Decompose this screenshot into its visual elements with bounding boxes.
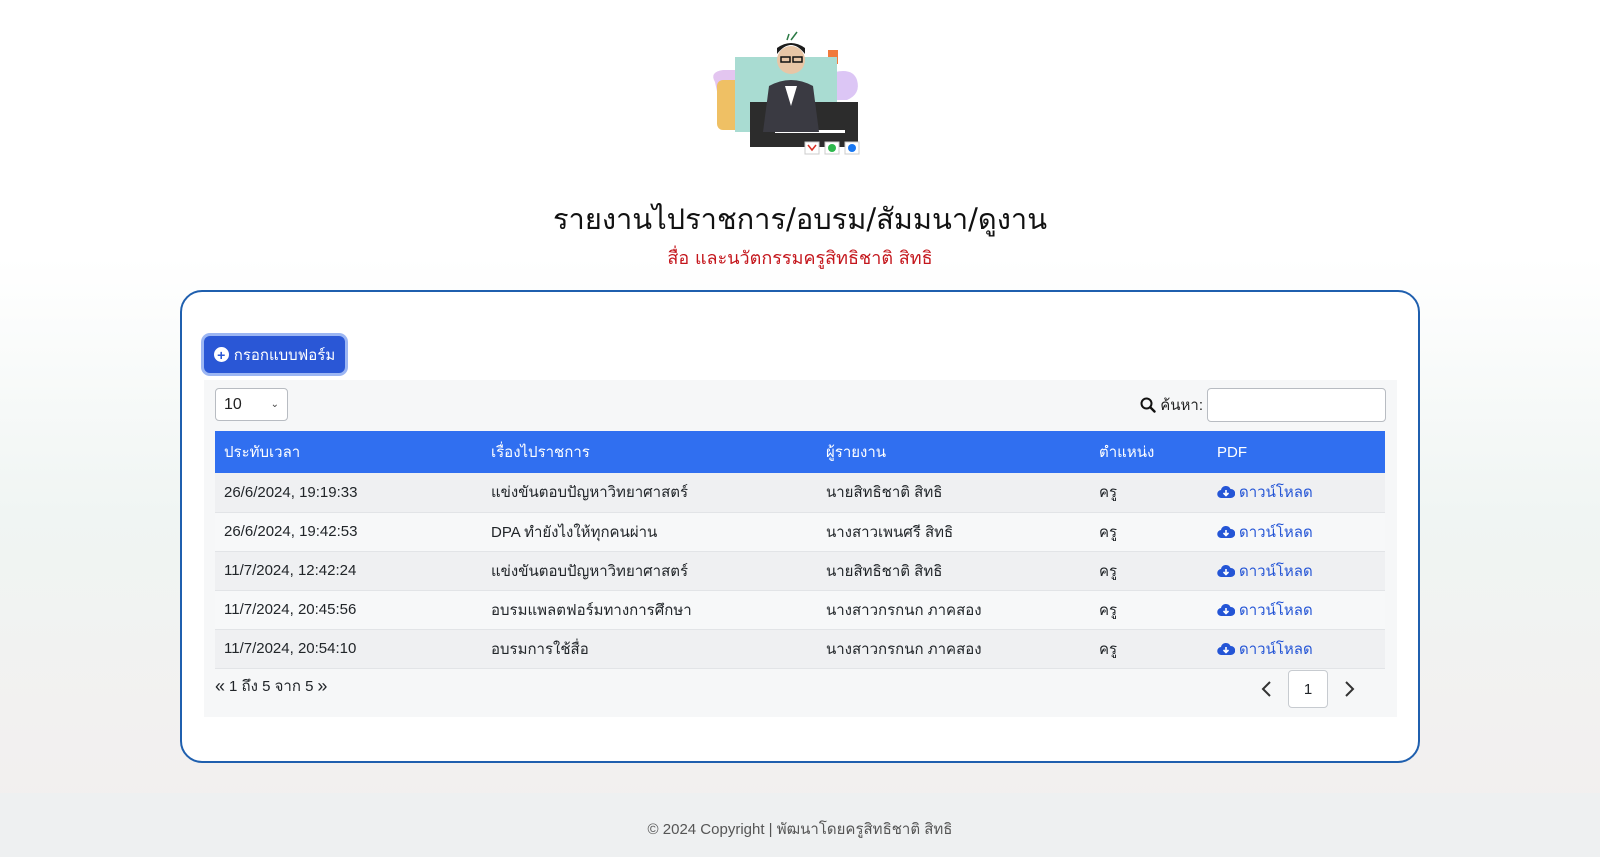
page-length-select[interactable]: 10 ⌄ xyxy=(215,388,288,421)
table-info: « 1 ถึง 5 จาก 5 » xyxy=(215,674,327,698)
cell-reporter: นางสาวกรกนก ภาคสอง xyxy=(817,590,1090,630)
plus-circle-icon: + xyxy=(213,347,229,362)
search-input[interactable] xyxy=(1207,388,1386,422)
double-chevron-right-icon[interactable]: » xyxy=(317,676,327,697)
page-title: รายงานไปราชการ/อบรม/สัมมนา/ดูงาน xyxy=(552,202,1048,236)
cell-pdf: ดาวน์โหลด xyxy=(1208,629,1385,669)
table-row: 11/7/2024, 20:45:56 อบรมแพลตฟอร์มทางการศ… xyxy=(215,590,1385,630)
cell-reporter: นางสาวเพนศรี สิทธิ xyxy=(817,512,1090,552)
double-chevron-left-icon[interactable]: « xyxy=(215,676,225,697)
table-row: 11/7/2024, 12:42:24 แข่งขันตอบปัญหาวิทยา… xyxy=(215,551,1385,591)
table-row: 11/7/2024, 20:54:10 อบรมการใช้สื่อ นางสา… xyxy=(215,629,1385,669)
cloud-download-icon xyxy=(1217,564,1235,577)
footer-text: © 2024 Copyright | พัฒนาโดยครูสิทธิชาติ … xyxy=(647,821,953,838)
next-page-button[interactable] xyxy=(1328,670,1372,708)
column-header-subject[interactable]: เรื่องไปราชการ xyxy=(482,431,817,473)
column-header-timestamp[interactable]: ประทับเวลา xyxy=(215,431,482,473)
chevron-left-icon xyxy=(1261,681,1271,697)
cloud-download-icon xyxy=(1217,525,1235,538)
cell-reporter: นายสิทธิชาติ สิทธิ xyxy=(817,551,1090,591)
download-label: ดาวน์โหลด xyxy=(1239,601,1313,619)
column-header-pdf[interactable]: PDF xyxy=(1208,431,1385,473)
table-row: 26/6/2024, 19:19:33 แข่งขันตอบปัญหาวิทยา… xyxy=(215,473,1385,513)
data-table-wrapper: 10 ⌄ ค้นหา: ประทับเวลา เรื่องไปราชการ ผู… xyxy=(204,380,1397,717)
cloud-download-icon xyxy=(1217,486,1235,499)
footer: © 2024 Copyright | พัฒนาโดยครูสิทธิชาติ … xyxy=(0,793,1600,857)
cell-timestamp: 26/6/2024, 19:19:33 xyxy=(215,473,482,513)
column-header-position[interactable]: ตำแหน่ง xyxy=(1090,431,1208,473)
cell-position: ครู xyxy=(1090,473,1208,513)
previous-page-button[interactable] xyxy=(1244,670,1288,708)
report-table: ประทับเวลา เรื่องไปราชการ ผู้รายงาน ตำแห… xyxy=(215,431,1385,669)
cell-timestamp: 11/7/2024, 20:45:56 xyxy=(215,590,482,630)
cell-position: ครู xyxy=(1090,512,1208,552)
table-row: 26/6/2024, 19:42:53 DPA ทำยังไงให้ทุกคนผ… xyxy=(215,512,1385,552)
download-label: ดาวน์โหลด xyxy=(1239,640,1313,658)
pagination: 1 xyxy=(1244,670,1372,708)
cell-timestamp: 11/7/2024, 12:42:24 xyxy=(215,551,482,591)
cell-position: ครู xyxy=(1090,590,1208,630)
table-info-text: 1 ถึง 5 จาก 5 xyxy=(229,678,314,695)
download-link[interactable]: ดาวน์โหลด xyxy=(1217,598,1313,622)
download-link[interactable]: ดาวน์โหลด xyxy=(1217,520,1313,544)
cell-subject: แข่งขันตอบปัญหาวิทยาศาสตร์ xyxy=(482,473,817,513)
cell-pdf: ดาวน์โหลด xyxy=(1208,590,1385,630)
download-link[interactable]: ดาวน์โหลด xyxy=(1217,480,1313,504)
search-area: ค้นหา: xyxy=(1140,388,1386,422)
cell-timestamp: 11/7/2024, 20:54:10 xyxy=(215,629,482,669)
download-label: ดาวน์โหลด xyxy=(1239,523,1313,541)
cell-subject: อบรมการใช้สื่อ xyxy=(482,629,817,669)
page-subtitle: สื่อ และนวัตกรรมครูสิทธิชาติ สิทธิ xyxy=(667,248,933,269)
cell-timestamp: 26/6/2024, 19:42:53 xyxy=(215,512,482,552)
column-header-reporter[interactable]: ผู้รายงาน xyxy=(817,431,1090,473)
profile-illustration xyxy=(705,2,895,182)
cell-subject: อบรมแพลตฟอร์มทางการศึกษา xyxy=(482,590,817,630)
fill-form-label: กรอกแบบฟอร์ม xyxy=(233,346,336,364)
cloud-download-icon xyxy=(1217,603,1235,616)
page-number-button[interactable]: 1 xyxy=(1288,670,1328,708)
cell-pdf: ดาวน์โหลด xyxy=(1208,551,1385,591)
page-length-value: 10 xyxy=(224,395,242,413)
cell-reporter: นางสาวกรกนก ภาคสอง xyxy=(817,629,1090,669)
cell-position: ครู xyxy=(1090,551,1208,591)
cloud-download-icon xyxy=(1217,642,1235,655)
cell-subject: DPA ทำยังไงให้ทุกคนผ่าน xyxy=(482,512,817,552)
search-label: ค้นหา: xyxy=(1160,397,1203,414)
cell-position: ครู xyxy=(1090,629,1208,669)
cell-pdf: ดาวน์โหลด xyxy=(1208,512,1385,552)
chevron-right-icon xyxy=(1345,681,1355,697)
cell-pdf: ดาวน์โหลด xyxy=(1208,473,1385,513)
fill-form-button[interactable]: + กรอกแบบฟอร์ม xyxy=(204,336,345,373)
download-label: ดาวน์โหลด xyxy=(1239,484,1313,502)
download-link[interactable]: ดาวน์โหลด xyxy=(1217,637,1313,661)
search-icon xyxy=(1140,397,1156,413)
cell-reporter: นายสิทธิชาติ สิทธิ xyxy=(817,473,1090,513)
chevron-down-icon: ⌄ xyxy=(270,399,279,410)
download-label: ดาวน์โหลด xyxy=(1239,562,1313,580)
table-header-row: ประทับเวลา เรื่องไปราชการ ผู้รายงาน ตำแห… xyxy=(215,431,1385,473)
download-link[interactable]: ดาวน์โหลด xyxy=(1217,559,1313,583)
cell-subject: แข่งขันตอบปัญหาวิทยาศาสตร์ xyxy=(482,551,817,591)
